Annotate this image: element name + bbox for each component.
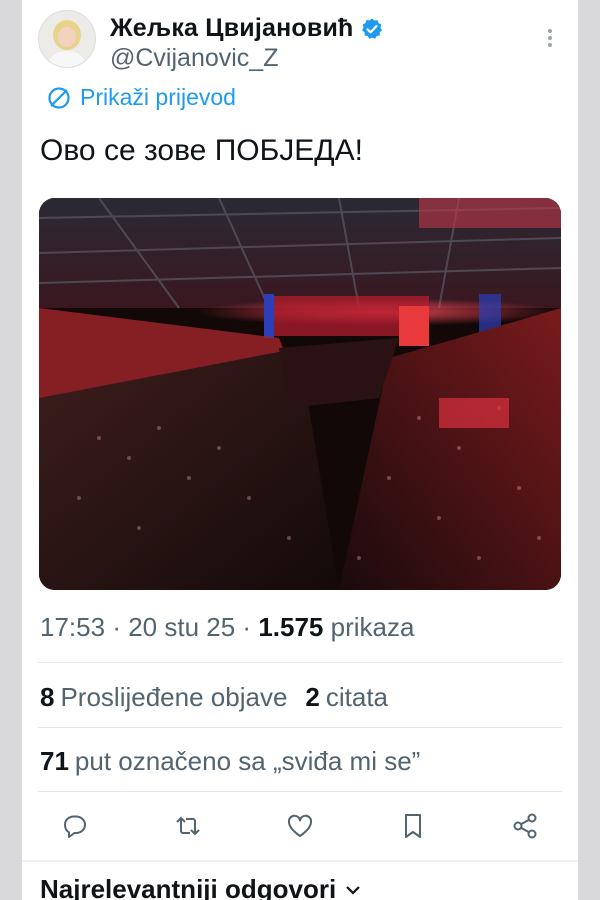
avatar[interactable]	[38, 10, 96, 68]
reposts-stat[interactable]: 8 Proslijeđene objave	[40, 682, 287, 713]
divider	[38, 727, 562, 728]
quotes-stat[interactable]: 2 citata	[305, 682, 388, 713]
tweet-photo[interactable]	[39, 198, 561, 590]
tweet-time[interactable]: 17:53	[40, 612, 105, 642]
likes-stats-row[interactable]: 71 put označeno sa „sviđa mi se”	[40, 746, 420, 777]
tweet-header: Жељка Цвијановић @Cvijanovic_Z	[38, 10, 562, 74]
tweet-detail-card: Жељка Цвијановић @Cvijanovic_Z Prikaži p…	[22, 0, 578, 900]
bookmark-button[interactable]	[398, 811, 428, 841]
share-icon	[513, 813, 537, 839]
action-bar	[38, 804, 562, 848]
heart-icon	[287, 814, 313, 837]
tweet-date[interactable]: 20 stu 25	[128, 612, 235, 642]
display-name[interactable]: Жељка Цвијановић	[110, 14, 354, 43]
bookmark-icon	[404, 814, 421, 838]
likes-count: 71	[40, 746, 69, 776]
section-divider	[22, 860, 578, 862]
replies-sort-dropdown[interactable]: Najrelevantniji odgovori	[40, 874, 362, 900]
quotes-label: citata	[325, 682, 389, 712]
replies-sort-label: Najrelevantniji odgovori	[40, 874, 337, 900]
translate-icon	[48, 86, 70, 109]
translate-label: Prikaži prijevod	[80, 84, 236, 110]
meta-separator: ·	[242, 612, 259, 642]
tweet-meta: 17:53 · 20 stu 25 · 1.575 prikaza	[40, 612, 414, 643]
repost-button[interactable]	[173, 811, 203, 841]
tweet-text: Ово се зове ПОБЈЕДА!	[40, 134, 363, 167]
concert-hall-photo	[39, 198, 561, 590]
like-button[interactable]	[285, 811, 315, 841]
quotes-count: 2	[305, 682, 320, 712]
reply-icon	[64, 815, 86, 838]
repost-stats-row: 8 Proslijeđene objave 2 citata	[40, 682, 388, 713]
user-handle[interactable]: @Cvijanovic_Z	[110, 44, 278, 73]
views-label: prikaza	[330, 612, 415, 642]
share-button[interactable]	[510, 811, 540, 841]
reposts-label: Proslijeđene objave	[60, 682, 288, 712]
divider	[38, 791, 562, 792]
name-row: Жељка Цвијановић	[110, 14, 384, 43]
meta-separator: ·	[112, 612, 129, 642]
chevron-down-icon	[346, 885, 360, 895]
translate-link[interactable]: Prikaži prijevod	[46, 84, 236, 111]
reposts-count: 8	[40, 682, 55, 712]
views-count: 1.575	[258, 612, 324, 642]
verified-badge-icon	[361, 18, 382, 39]
likes-label: put označeno sa „sviđa mi se”	[74, 746, 421, 776]
divider	[38, 662, 562, 663]
more-vertical-icon[interactable]	[538, 24, 562, 52]
repost-icon	[175, 816, 200, 836]
reply-button[interactable]	[60, 811, 90, 841]
